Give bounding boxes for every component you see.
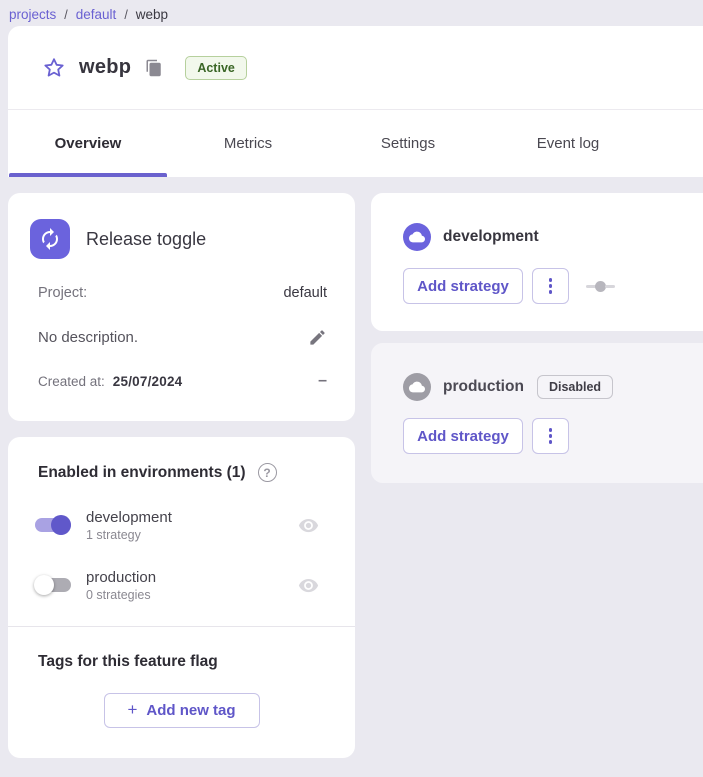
environment-more-options-button[interactable]: [532, 418, 569, 454]
tab-overview-label: Overview: [55, 135, 122, 152]
toggle-knob: [34, 575, 54, 595]
add-strategy-button-development[interactable]: Add strategy: [403, 268, 523, 304]
tab-event-log-label: Event log: [537, 135, 600, 152]
kebab-menu-icon: [549, 278, 553, 282]
main-content: Release toggle Project: default No descr…: [8, 193, 703, 758]
development-toggle[interactable]: [30, 508, 76, 542]
environment-strategy-count: 0 strategies: [86, 588, 298, 602]
production-panel-actions: Add strategy: [403, 418, 703, 454]
toggle-knob: [51, 515, 71, 535]
preview-environment-button[interactable]: [298, 575, 319, 596]
tags-title: Tags for this feature flag: [30, 653, 333, 671]
active-tab-indicator: [9, 173, 167, 177]
environment-name: production: [86, 569, 298, 586]
created-at-value: 25/07/2024: [113, 374, 183, 389]
breadcrumb-separator: /: [124, 8, 127, 22]
status-badge: Active: [185, 56, 247, 80]
autorenew-icon: [38, 227, 62, 251]
release-toggle-icon: [30, 219, 70, 259]
eye-icon: [298, 515, 319, 536]
page-title: webp: [79, 56, 131, 79]
environment-name: development: [86, 509, 298, 526]
production-panel-title: production: [443, 378, 524, 396]
tab-settings-label: Settings: [381, 135, 435, 152]
tab-event-log[interactable]: Event log: [488, 110, 648, 177]
tags-button-wrap: + Add new tag: [30, 693, 333, 728]
description-row: No description.: [30, 327, 333, 347]
enabled-environments-section: Enabled in environments (1) ? developmen…: [8, 437, 355, 626]
project-label: Project:: [38, 285, 87, 301]
development-environment-panel: development Add strategy: [371, 193, 703, 331]
created-at-pair: Created at: 25/07/2024: [38, 374, 182, 389]
description-text: No description.: [38, 329, 138, 346]
cloud-icon: [409, 379, 425, 395]
project-value: default: [283, 285, 327, 301]
tags-section: Tags for this feature flag + Add new tag: [8, 627, 355, 758]
breadcrumb-separator: /: [64, 8, 67, 22]
tab-settings[interactable]: Settings: [328, 110, 488, 177]
right-column: development Add strategy: [371, 193, 703, 483]
flag-type-label: Release toggle: [86, 229, 206, 250]
favorite-button[interactable]: [41, 55, 67, 81]
collapse-button[interactable]: –: [318, 372, 327, 390]
breadcrumb-link-projects[interactable]: projects: [9, 7, 56, 22]
eye-icon: [298, 575, 319, 596]
production-toggle[interactable]: [30, 568, 76, 602]
environment-labels: development 1 strategy: [86, 509, 298, 542]
disabled-badge: Disabled: [537, 375, 613, 399]
production-environment-icon: [403, 373, 431, 401]
enabled-environments-title: Enabled in environments (1): [38, 464, 246, 482]
connector-node-icon: [586, 281, 615, 292]
tab-metrics-label: Metrics: [224, 135, 272, 152]
environment-row-production: production 0 strategies: [30, 568, 333, 602]
development-panel-title: development: [443, 228, 539, 246]
help-icon[interactable]: ?: [258, 463, 277, 482]
created-at-label: Created at:: [38, 374, 105, 389]
add-new-tag-button[interactable]: + Add new tag: [104, 693, 260, 728]
cloud-icon: [409, 229, 425, 245]
left-column: Release toggle Project: default No descr…: [8, 193, 355, 758]
breadcrumb-current-page: webp: [136, 7, 168, 22]
environment-labels: production 0 strategies: [86, 569, 298, 602]
production-panel-header: production Disabled: [403, 373, 703, 401]
environment-more-options-button[interactable]: [532, 268, 569, 304]
created-at-row: Created at: 25/07/2024 –: [30, 371, 333, 391]
flag-type-row: Release toggle: [30, 219, 333, 259]
preview-environment-button[interactable]: [298, 515, 319, 536]
copy-icon: [145, 59, 163, 77]
breadcrumb-link-default[interactable]: default: [76, 7, 117, 22]
pencil-icon: [308, 328, 327, 347]
production-environment-panel: production Disabled Add strategy: [371, 343, 703, 483]
development-panel-header: development: [403, 223, 703, 251]
feature-header-card: webp Active Overview Metrics Settings Ev…: [8, 26, 703, 177]
environment-row-development: development 1 strategy: [30, 508, 333, 542]
kebab-menu-icon: [549, 428, 553, 432]
star-icon: [42, 56, 66, 80]
enabled-environments-title-row: Enabled in environments (1) ?: [30, 463, 333, 482]
add-strategy-button-production[interactable]: Add strategy: [403, 418, 523, 454]
development-panel-actions: Add strategy: [403, 268, 703, 304]
edit-description-button[interactable]: [308, 328, 327, 347]
copy-name-button[interactable]: [145, 59, 163, 77]
add-new-tag-label: Add new tag: [146, 702, 235, 719]
flag-details-card: Release toggle Project: default No descr…: [8, 193, 355, 421]
development-environment-icon: [403, 223, 431, 251]
tab-bar: Overview Metrics Settings Event log: [8, 110, 703, 177]
breadcrumb: projects / default / webp: [0, 0, 703, 26]
plus-icon: +: [127, 700, 137, 720]
feature-header-row: webp Active: [8, 26, 703, 110]
environments-card: Enabled in environments (1) ? developmen…: [8, 437, 355, 758]
tab-overview[interactable]: Overview: [8, 110, 168, 177]
environment-strategy-count: 1 strategy: [86, 528, 298, 542]
tab-metrics[interactable]: Metrics: [168, 110, 328, 177]
project-row: Project: default: [30, 283, 333, 303]
